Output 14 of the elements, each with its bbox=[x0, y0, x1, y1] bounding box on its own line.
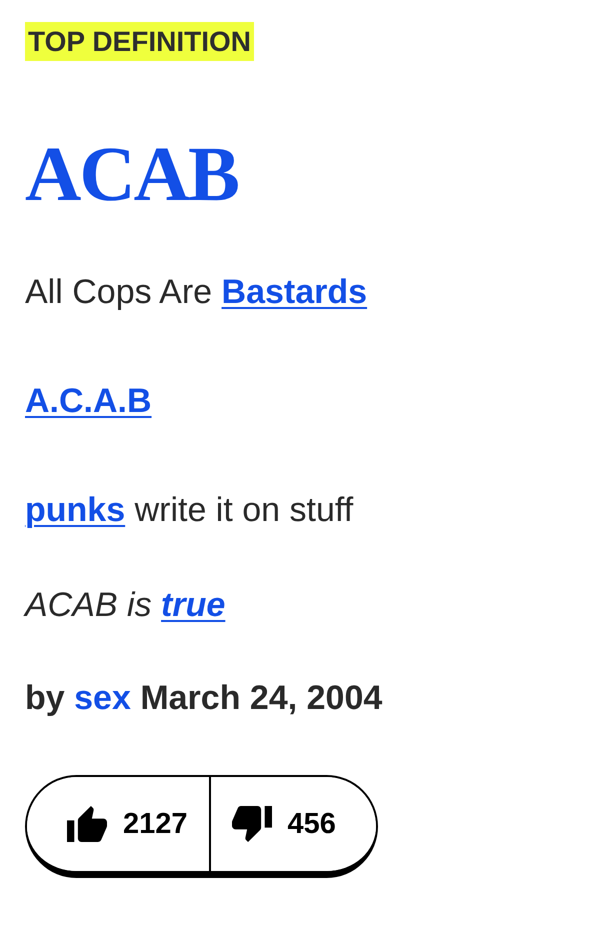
word-title[interactable]: ACAB bbox=[25, 135, 238, 213]
word-link[interactable]: Bastards bbox=[222, 273, 368, 311]
author-link[interactable]: sex bbox=[74, 679, 131, 717]
word-link[interactable]: A.C.A.B bbox=[25, 382, 152, 420]
downvote-button[interactable]: 456 bbox=[208, 777, 376, 871]
thumbs-down-icon bbox=[232, 806, 272, 842]
top-definition-label: TOP DEFINITION bbox=[25, 22, 254, 61]
word-link[interactable]: true bbox=[161, 586, 226, 624]
definition-text: punks write it on stuff bbox=[25, 490, 354, 531]
definition-text: All Cops Are Bastards bbox=[25, 272, 368, 313]
byline: by sex March 24, 2004 bbox=[25, 678, 382, 719]
example-text: ACAB is true bbox=[25, 585, 226, 626]
word-link[interactable]: punks bbox=[25, 491, 126, 529]
thumbs-up-icon bbox=[67, 806, 107, 842]
